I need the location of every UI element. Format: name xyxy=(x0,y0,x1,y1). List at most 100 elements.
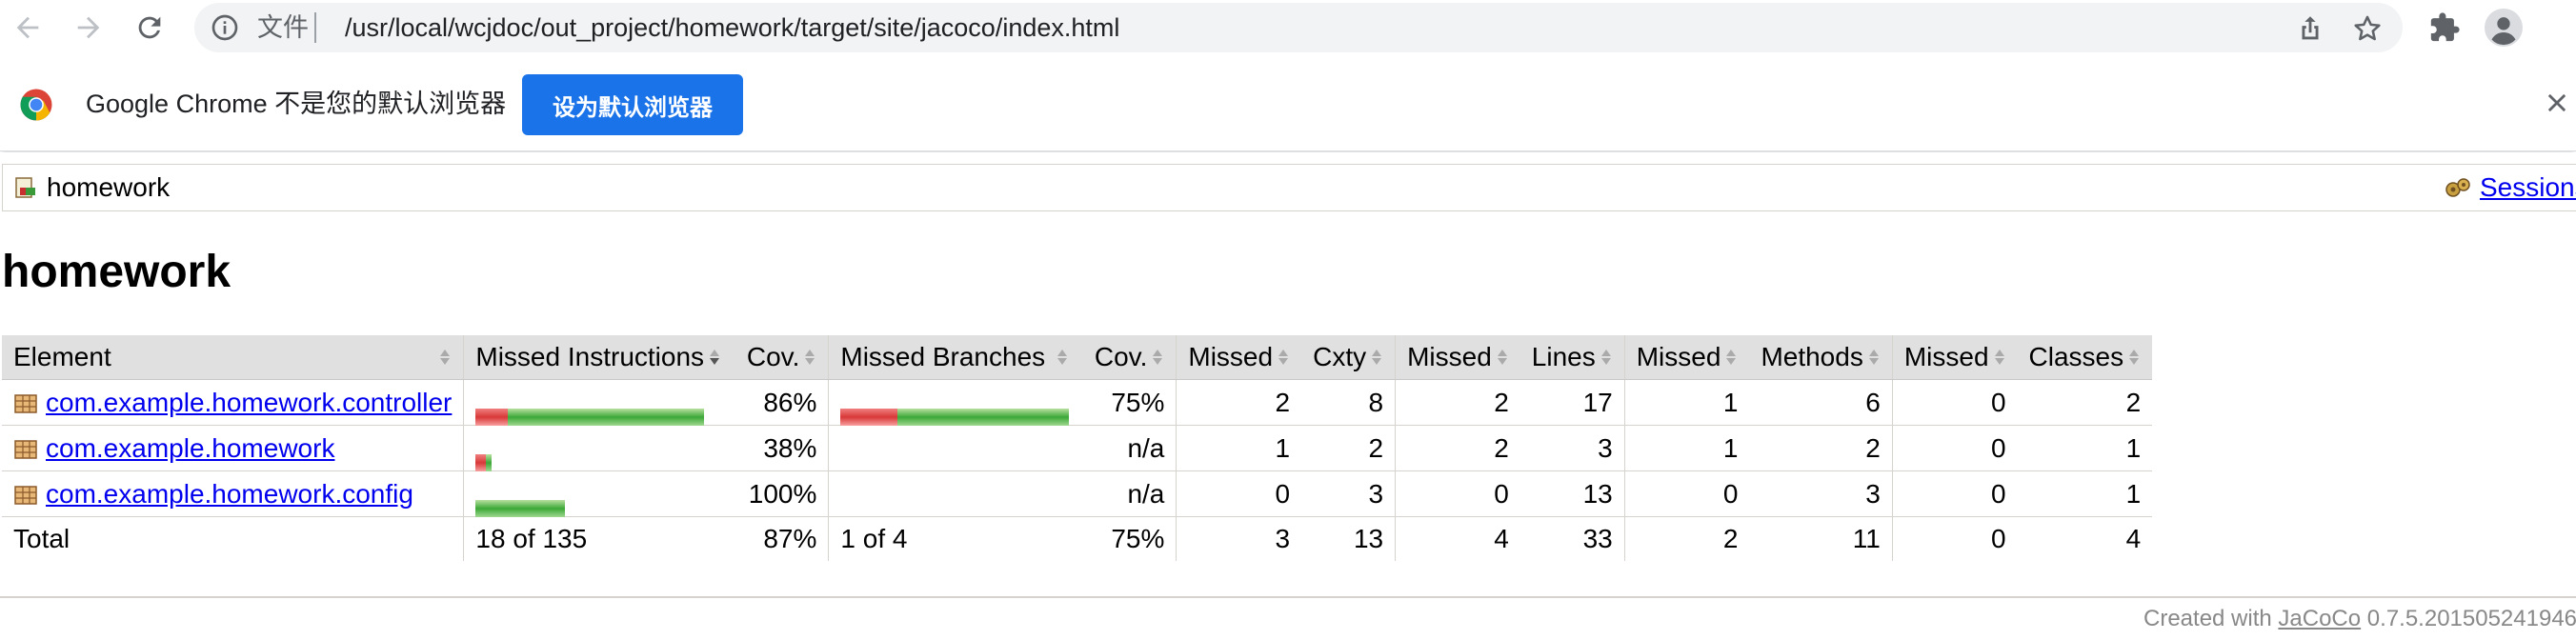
sort-icon xyxy=(1600,350,1611,365)
header-instr-cov[interactable]: Cov. xyxy=(733,335,829,380)
classes-missed: 0 xyxy=(1891,379,2018,426)
header-cxty-missed[interactable]: Missed xyxy=(1176,335,1302,380)
table-row: com.example.homework.controller 86% 75% 2 8 2… xyxy=(2,379,2153,427)
reload-button[interactable] xyxy=(130,8,170,48)
methods: 3 xyxy=(1749,470,1893,517)
table-row: com.example.homework 38% n/a 1 2 2 3 1 2 0 1 xyxy=(2,425,2153,472)
element-cell: com.example.homework.config xyxy=(2,470,464,517)
instructions-coverage-bar xyxy=(475,441,493,472)
url-text[interactable]: /usr/local/wcjdoc/out_project/homework/t… xyxy=(345,12,1119,43)
element-cell: com.example.homework xyxy=(2,425,464,471)
share-icon[interactable] xyxy=(2294,12,2326,45)
instructions-coverage-bar xyxy=(475,487,566,518)
methods: 6 xyxy=(1749,379,1893,426)
package-icon xyxy=(14,440,37,459)
sessions-link[interactable]: Sessions xyxy=(2480,170,2576,205)
header-label: Element xyxy=(13,342,111,371)
close-icon[interactable] xyxy=(2544,90,2570,116)
header-label: Missed Branches xyxy=(840,342,1046,371)
header-classes[interactable]: Classes xyxy=(2017,335,2153,380)
total-methods-missed: 2 xyxy=(1623,516,1750,561)
header-methods[interactable]: Methods xyxy=(1749,335,1893,380)
classes: 1 xyxy=(2017,425,2153,471)
instr-cov: 38% xyxy=(733,425,829,471)
profile-button[interactable] xyxy=(2485,9,2523,47)
header-lines[interactable]: Lines xyxy=(1519,335,1625,380)
footer: Created with JaCoCo 0.7.5.201505241946 xyxy=(2143,604,2576,634)
header-label: Methods xyxy=(1761,342,1863,371)
package-link[interactable]: com.example.homework xyxy=(46,433,334,463)
lines: 17 xyxy=(1519,379,1625,426)
total-classes: 4 xyxy=(2017,516,2153,561)
sort-icon xyxy=(1868,350,1879,365)
branches-bar-cell xyxy=(828,379,1081,427)
info-icon[interactable] xyxy=(210,12,240,43)
reload-icon xyxy=(138,16,161,39)
instructions-bar-cell xyxy=(463,470,734,518)
sort-icon xyxy=(1994,350,2004,365)
header-methods-missed[interactable]: Missed xyxy=(1623,335,1750,380)
coverage-table: Element Missed Instructions Cov. Missed … xyxy=(2,335,2153,561)
infobar-message: Google Chrome 不是您的默认浏览器 xyxy=(86,90,507,118)
header-missed-branches[interactable]: Missed Branches xyxy=(828,335,1081,380)
cxty-missed: 0 xyxy=(1176,470,1302,517)
sort-icon xyxy=(1153,350,1163,365)
table-row: com.example.homework.config 100% n/a 0 3 0 13 0… xyxy=(2,470,2153,518)
total-row: Total 18 of 135 87% 1 of 4 75% 3 13 4 33… xyxy=(2,516,2153,561)
lines-missed: 0 xyxy=(1395,470,1520,517)
bookmark-star-icon[interactable] xyxy=(2351,12,2384,45)
lines: 3 xyxy=(1519,425,1625,471)
methods-missed: 1 xyxy=(1623,425,1750,471)
package-link[interactable]: com.example.homework.config xyxy=(46,479,413,509)
cxty: 2 xyxy=(1301,425,1396,471)
instr-cov: 100% xyxy=(733,470,829,517)
address-bar[interactable]: 文件 /usr/local/wcjdoc/out_project/homewor… xyxy=(194,3,2403,52)
total-cxty-missed: 3 xyxy=(1176,516,1302,561)
classes: 2 xyxy=(2017,379,2153,426)
jacoco-link[interactable]: JaCoCo xyxy=(2278,606,2361,631)
branch-cov: 75% xyxy=(1080,379,1177,426)
total-instr-cov: 87% xyxy=(733,516,829,561)
sort-icon xyxy=(1278,350,1289,365)
sort-icon xyxy=(805,350,815,365)
package-icon xyxy=(14,486,37,505)
arrow-right-icon xyxy=(77,16,100,39)
header-element[interactable]: Element xyxy=(2,335,464,380)
report-icon xyxy=(15,177,35,198)
header-label: Missed xyxy=(1407,342,1492,371)
branches-bar-cell xyxy=(828,470,1081,517)
default-browser-infobar: Google Chrome 不是您的默认浏览器 设为默认浏览器 xyxy=(0,55,2576,151)
header-missed-instructions[interactable]: Missed Instructions xyxy=(463,335,734,380)
branch-cov: n/a xyxy=(1080,470,1177,517)
browser-toolbar: 文件 /usr/local/wcjdoc/out_project/homewor… xyxy=(0,0,2576,56)
page-content: homework Sessions homework Element Misse… xyxy=(0,152,2576,640)
address-separator xyxy=(314,12,316,43)
total-methods: 11 xyxy=(1749,516,1893,561)
breadcrumb: homework Sessions xyxy=(2,164,2576,211)
sort-icon xyxy=(1497,350,1507,365)
footer-divider xyxy=(0,596,2576,598)
branch-cov: n/a xyxy=(1080,425,1177,471)
forward-button[interactable] xyxy=(69,8,109,48)
sort-icon xyxy=(1057,350,1068,365)
branches-bar-cell xyxy=(828,425,1081,471)
package-link[interactable]: com.example.homework.controller xyxy=(46,388,452,417)
element-cell: com.example.homework.controller xyxy=(2,379,464,426)
header-branch-cov[interactable]: Cov. xyxy=(1080,335,1177,380)
header-lines-missed[interactable]: Missed xyxy=(1395,335,1520,380)
back-button[interactable] xyxy=(8,8,48,48)
header-label: Classes xyxy=(2028,342,2124,371)
methods-missed: 0 xyxy=(1623,470,1750,517)
puzzle-icon xyxy=(2430,12,2460,42)
classes-missed: 0 xyxy=(1891,470,2018,517)
total-branch-cov: 75% xyxy=(1080,516,1177,561)
header-classes-missed[interactable]: Missed xyxy=(1891,335,2018,380)
extensions-button[interactable] xyxy=(2425,9,2464,47)
set-default-browser-button[interactable]: 设为默认浏览器 xyxy=(522,74,743,135)
page-title: homework xyxy=(2,247,231,297)
footer-prefix: Created with xyxy=(2143,606,2272,631)
header-cxty[interactable]: Cxty xyxy=(1301,335,1396,380)
instructions-bar-cell xyxy=(463,379,734,427)
header-label: Cxty xyxy=(1313,342,1367,371)
lines-missed: 2 xyxy=(1395,379,1520,426)
